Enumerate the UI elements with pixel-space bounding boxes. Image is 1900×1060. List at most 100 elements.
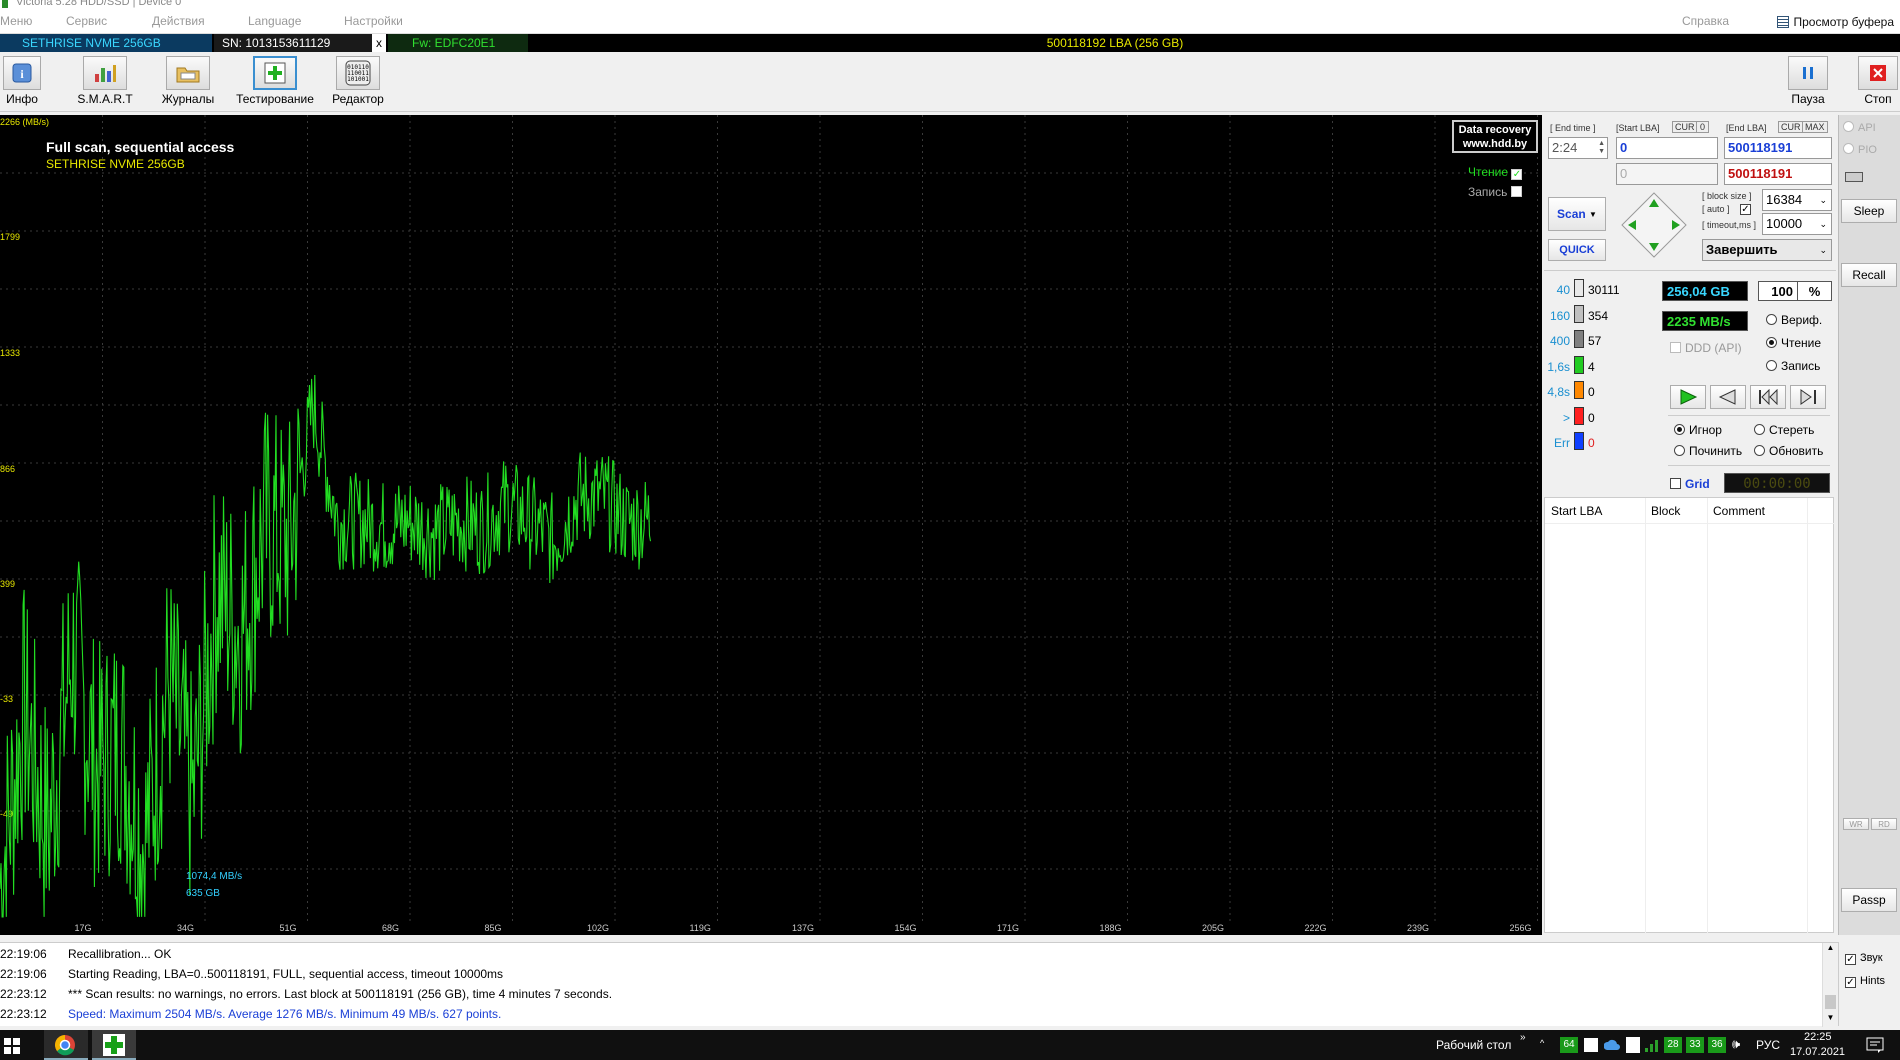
taskbar-victoria[interactable]	[92, 1030, 136, 1060]
right-side-panel: API PIO Sleep Recall WR RD Passp	[1838, 115, 1900, 935]
logs-button[interactable]: Журналы	[158, 56, 218, 106]
end-lba-cur-button[interactable]: CUR	[1778, 121, 1804, 133]
tray-doc-icon[interactable]	[1626, 1037, 1640, 1053]
speed-display: 2235 MB/s	[1662, 311, 1748, 331]
tray-overflow-icon[interactable]: ^	[1540, 1038, 1544, 1048]
end-time-field[interactable]: 2:24 ▲ ▼	[1548, 137, 1608, 159]
desktop-toolbar-label[interactable]: Рабочий стол	[1436, 1038, 1511, 1052]
passp-button[interactable]: Passp	[1841, 888, 1897, 912]
info-button[interactable]: i Инфо	[0, 56, 44, 106]
ddd-api-checkbox[interactable]: DDD (API)	[1670, 341, 1742, 355]
close-device-button[interactable]: x	[372, 34, 386, 52]
stop-button[interactable]: Стоп	[1856, 56, 1900, 106]
testing-tab-button[interactable]: Тестирование	[232, 56, 318, 106]
col-divider	[1707, 498, 1708, 934]
play-button[interactable]	[1670, 385, 1706, 409]
col-start-lba[interactable]: Start LBA	[1551, 504, 1602, 518]
tray-cloud-icon[interactable]	[1604, 1038, 1620, 1052]
sleep-button[interactable]: Sleep	[1841, 199, 1897, 223]
ignore-radio[interactable]: Игнор	[1674, 423, 1722, 437]
bucket-label: 40	[1556, 283, 1570, 297]
scroll-up-icon[interactable]: ▲	[1823, 943, 1838, 957]
start-lba-zero-button[interactable]: 0	[1696, 121, 1710, 133]
skip-end-button[interactable]	[1790, 385, 1826, 409]
sound-checkbox[interactable]: ✓ Звук	[1845, 952, 1883, 965]
scroll-thumb[interactable]	[1825, 995, 1836, 1009]
tray-white-icon[interactable]	[1584, 1038, 1598, 1052]
menu-service[interactable]: Сервис	[66, 14, 107, 28]
end-time-spinner-icon[interactable]: ▲ ▼	[1598, 140, 1605, 156]
badge-line1: Data recovery	[1458, 124, 1532, 136]
clock-date[interactable]: 17.07.2021	[1790, 1046, 1845, 1058]
wr-button[interactable]: WR	[1843, 818, 1869, 830]
clipboard-view-button[interactable]: Просмотр буфера	[1777, 15, 1894, 29]
menu-actions[interactable]: Действия	[152, 14, 205, 28]
svg-text:101001: 101001	[347, 76, 369, 83]
graph-unit-label: 2266 (MB/s)	[0, 117, 50, 127]
col-block[interactable]: Block	[1651, 504, 1680, 518]
bucket-row: 40 30111	[1544, 279, 1654, 299]
rd-button[interactable]: RD	[1871, 818, 1897, 830]
api-radio[interactable]: API	[1843, 121, 1876, 134]
recall-button[interactable]: Recall	[1841, 263, 1897, 287]
scroll-down-icon[interactable]: ▼	[1823, 1013, 1838, 1027]
refresh-radio[interactable]: Обновить	[1754, 444, 1823, 458]
legend-write-checkbox[interactable]	[1510, 186, 1522, 197]
rewind-button[interactable]	[1710, 385, 1746, 409]
legend-read[interactable]: Чтение ✓	[1468, 165, 1526, 180]
tray-temp-badge-3[interactable]: 36	[1708, 1037, 1726, 1053]
notifications-icon[interactable]	[1866, 1037, 1884, 1053]
tray-temp-badge-1[interactable]: 28	[1664, 1037, 1682, 1053]
end-lba-max-button[interactable]: MAX	[1802, 121, 1828, 133]
quick-button[interactable]: QUICK	[1548, 239, 1606, 261]
clock-time[interactable]: 22:25	[1804, 1031, 1832, 1043]
repair-radio[interactable]: Починить	[1674, 444, 1742, 458]
col-comment[interactable]: Comment	[1713, 504, 1765, 518]
skip-back-button[interactable]	[1750, 385, 1786, 409]
read-radio[interactable]: Чтение	[1766, 336, 1821, 350]
pio-radio[interactable]: PIO	[1843, 143, 1877, 156]
log-scrollbar[interactable]: ▲ ▼	[1822, 943, 1838, 1027]
scan-button[interactable]: Scan ▼	[1548, 197, 1606, 231]
taskbar-chrome[interactable]	[44, 1030, 88, 1060]
data-recovery-badge[interactable]: Data recovery www.hdd.by	[1452, 120, 1538, 153]
block-size-select[interactable]: 16384 ⌄	[1762, 189, 1832, 211]
start-lba-secondary-field[interactable]: 0	[1616, 163, 1718, 185]
menu-settings[interactable]: Настройки	[344, 14, 403, 28]
legend-read-checkbox[interactable]: ✓	[1511, 169, 1523, 180]
finish-action-select[interactable]: Завершить ⌄	[1702, 239, 1832, 261]
toolbar-expand-icon[interactable]: »	[1520, 1032, 1526, 1043]
log-time: 22:23:12	[0, 1007, 47, 1021]
direction-pad-icon[interactable]	[1620, 191, 1688, 259]
verify-radio[interactable]: Вериф.	[1766, 313, 1822, 327]
device-name: SETHRISE NVME 256GB	[0, 34, 212, 52]
start-lba-field[interactable]: 0	[1616, 137, 1718, 159]
start-lba-cur-button[interactable]: CUR	[1672, 121, 1698, 133]
windows-start-icon[interactable]	[4, 1038, 20, 1054]
write-radio[interactable]: Запись	[1766, 359, 1820, 373]
device-firmware: Fw: EDFC20E1	[388, 34, 528, 52]
menu-help[interactable]: Справка	[1682, 14, 1729, 28]
pause-button[interactable]: Пауза	[1786, 56, 1830, 106]
grid-checkbox[interactable]: Grid	[1670, 477, 1710, 491]
volume-icon[interactable]: 🕪	[1732, 1036, 1740, 1052]
smart-button[interactable]: S.M.A.R.T	[70, 56, 140, 106]
input-language[interactable]: РУС	[1756, 1038, 1780, 1052]
timeout-select[interactable]: 10000 ⌄	[1762, 213, 1832, 235]
log-message: Recallibration... OK	[68, 947, 172, 961]
legend-write[interactable]: Запись	[1468, 185, 1526, 199]
end-lba-secondary-field[interactable]: 500118191	[1724, 163, 1832, 185]
end-lba-field[interactable]: 500118191	[1724, 137, 1832, 159]
tray-network-bars-icon[interactable]	[1644, 1037, 1662, 1053]
port-indicator-icon	[1845, 172, 1863, 182]
hints-checkbox[interactable]: ✓ Hints	[1845, 975, 1885, 988]
erase-radio[interactable]: Стереть	[1754, 423, 1814, 437]
auto-block-checkbox[interactable]: ✓	[1740, 204, 1751, 215]
menu-language[interactable]: Language	[248, 14, 301, 28]
taskbar: Рабочий стол » ^ 64 28 33 36 🕪 РУС 22:25…	[0, 1030, 1900, 1060]
editor-button[interactable]: 010110 110011 101001 Редактор	[330, 56, 386, 106]
tray-temp-badge-2[interactable]: 33	[1686, 1037, 1704, 1053]
tray-cpu-badge[interactable]: 64	[1560, 1037, 1578, 1053]
menu-main[interactable]: Меню	[0, 14, 32, 28]
grid-label: Grid	[1685, 477, 1710, 491]
